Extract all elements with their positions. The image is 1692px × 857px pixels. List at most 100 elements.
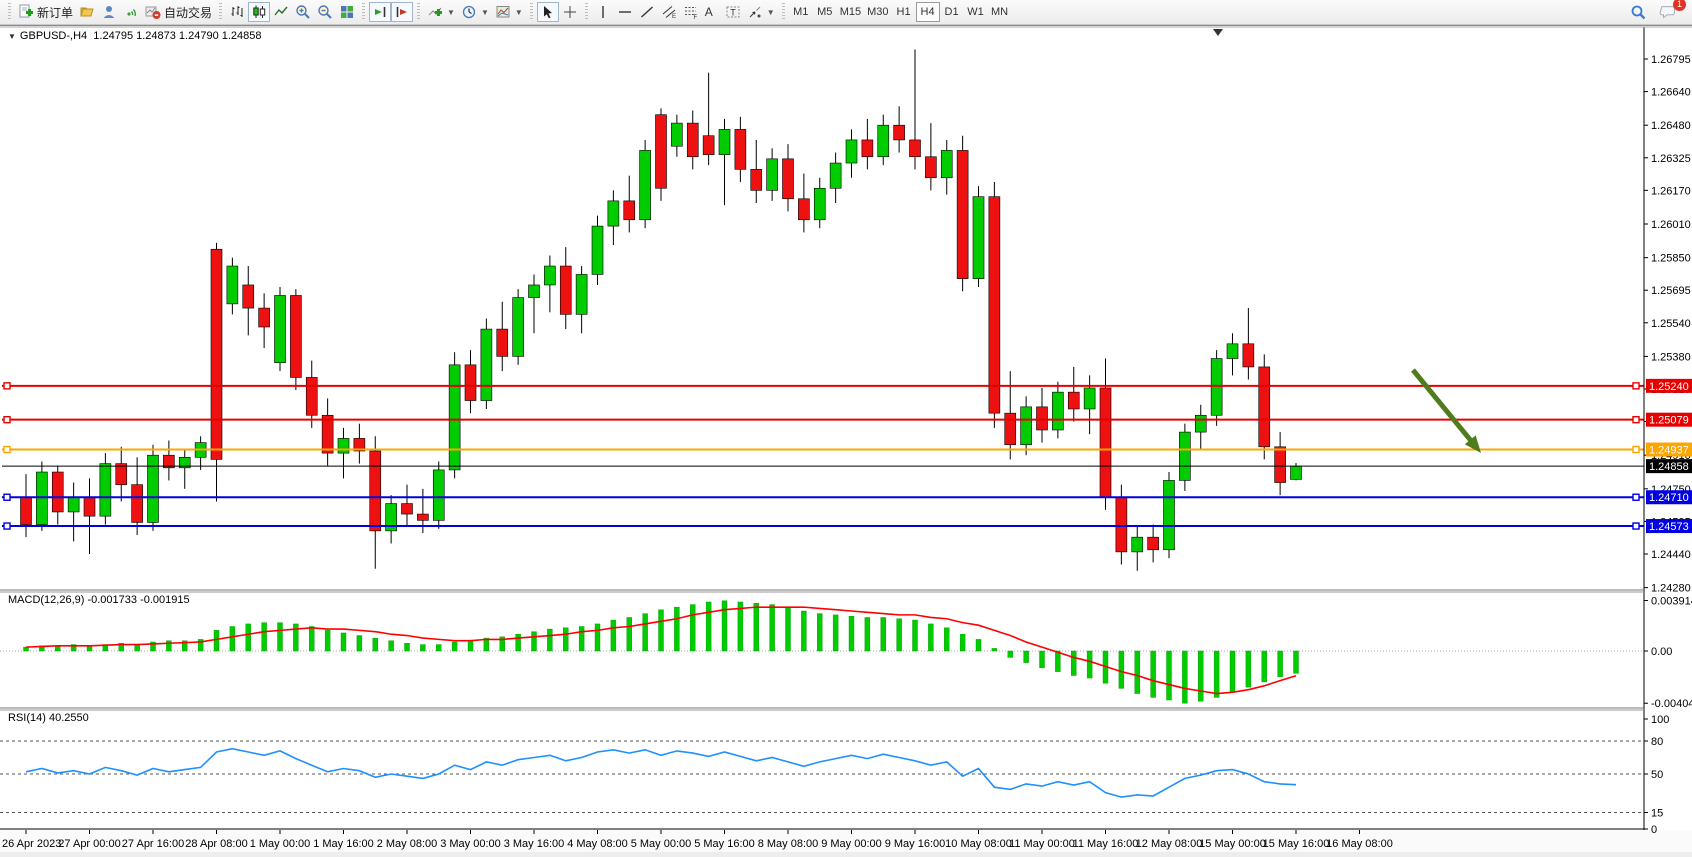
hline-price-badge-text: 1.24710 xyxy=(1649,492,1689,504)
indicators-button[interactable]: ▼ xyxy=(424,2,458,22)
timeframe-mn-button[interactable]: MN xyxy=(988,2,1012,22)
timeframe-h1-button[interactable]: H1 xyxy=(892,2,916,22)
auto-trading-icon xyxy=(145,4,161,20)
dropdown-caret-icon: ▼ xyxy=(767,8,775,17)
periods-button[interactable]: ▼ xyxy=(458,2,492,22)
timeframe-m1-button[interactable]: M1 xyxy=(789,2,813,22)
new-order-icon xyxy=(18,4,34,20)
templates-button[interactable]: ▼ xyxy=(492,2,526,22)
zoom-in-button[interactable] xyxy=(292,2,314,22)
line-chart-button[interactable] xyxy=(270,2,292,22)
bar-chart-button[interactable] xyxy=(226,2,248,22)
indicators-icon xyxy=(427,4,443,20)
hline-price-badge-text: 1.25079 xyxy=(1649,415,1689,427)
time-tick-label: 12 May 08:00 xyxy=(1136,838,1203,850)
horizontal-line-tool-button[interactable] xyxy=(614,2,636,22)
price-tick-label: 1.26010 xyxy=(1651,219,1691,231)
rsi-indicator-label: RSI(14) 40.2550 xyxy=(8,712,89,724)
price-tick-label: 1.26325 xyxy=(1651,153,1691,165)
time-tick-label: 1 May 00:00 xyxy=(250,838,311,850)
hline-right-handle xyxy=(1633,494,1639,500)
timeframe-w1-button[interactable]: W1 xyxy=(964,2,988,22)
price-tick-label: 1.26640 xyxy=(1651,87,1691,99)
hline-right-handle xyxy=(1633,417,1639,423)
timeframe-m15-button[interactable]: M15 xyxy=(837,2,864,22)
application-window: { "toolbar": { "new_order_label": "新订单",… xyxy=(0,0,1692,857)
notification-badge[interactable]: 1 xyxy=(1673,0,1686,11)
price-tick-label: 1.26795 xyxy=(1651,54,1691,66)
dropdown-caret-icon: ▼ xyxy=(447,8,455,17)
time-tick-label: 27 Apr 00:00 xyxy=(58,838,120,850)
hline-left-handle xyxy=(4,417,10,423)
rsi-axis-label: 100 xyxy=(1651,714,1669,726)
cursor-button[interactable] xyxy=(537,2,559,22)
time-tick-label: 5 May 00:00 xyxy=(631,838,692,850)
fibonacci-icon: F xyxy=(683,4,699,20)
one-click-trading-toggle[interactable]: ▼ xyxy=(8,32,16,41)
price-tick-label: 1.24280 xyxy=(1651,583,1691,595)
hline-price-badge-text: 1.24573 xyxy=(1649,521,1689,533)
time-tick-label: 11 May 16:00 xyxy=(1073,838,1139,850)
time-tick-label: 5 May 16:00 xyxy=(694,838,755,850)
hline-right-handle xyxy=(1633,523,1639,529)
svg-text:T: T xyxy=(730,8,736,18)
hline-right-handle xyxy=(1633,383,1639,389)
time-tick-label: 16 May 08:00 xyxy=(1326,838,1393,850)
text-label-tool-button[interactable]: T xyxy=(722,2,744,22)
toolbar-grip xyxy=(6,3,13,21)
timeframe-m5-button[interactable]: M5 xyxy=(813,2,837,22)
chart-canvas[interactable]: 1.26795 1.26640 1.26480 1.26325 1.26170 1.260… xyxy=(0,26,1692,857)
hline-price-badge-text: 1.25240 xyxy=(1649,381,1689,393)
hline-left-handle xyxy=(4,447,10,453)
dropdown-caret-icon: ▼ xyxy=(481,8,489,17)
tile-windows-button[interactable] xyxy=(336,2,358,22)
time-tick-label: 8 May 08:00 xyxy=(758,838,819,850)
time-tick-label: 15 May 00:00 xyxy=(1199,838,1266,850)
text-tool-button[interactable]: A xyxy=(702,2,722,22)
arrows-tool-button[interactable]: ▼ xyxy=(744,2,778,22)
person-icon xyxy=(101,4,117,20)
community-button[interactable] xyxy=(98,2,120,22)
bar-chart-icon xyxy=(229,4,245,20)
price-tick-label: 1.26480 xyxy=(1651,120,1691,132)
cursor-icon xyxy=(540,4,556,20)
new-order-button[interactable]: 新订单 xyxy=(15,2,76,22)
fibonacci-tool-button[interactable]: F xyxy=(680,2,702,22)
price-tick-label: 1.25540 xyxy=(1651,318,1691,330)
template-icon xyxy=(495,4,511,20)
time-tick-label: 26 Apr 2023 xyxy=(2,838,61,850)
price-tick-label: 1.26170 xyxy=(1651,185,1691,197)
price-tick-label: 1.24440 xyxy=(1651,549,1691,561)
crosshair-button[interactable] xyxy=(559,2,581,22)
search-button[interactable] xyxy=(1627,2,1650,22)
chart-shift-button[interactable] xyxy=(391,2,413,22)
chart-window[interactable]: ▼GBPUSD-,H4 1.24795 1.24873 1.24790 1.24… xyxy=(0,25,1692,857)
trendline-tool-button[interactable] xyxy=(636,2,658,22)
candlestick-chart-button[interactable] xyxy=(248,2,270,22)
toolbar-grip xyxy=(583,3,590,21)
rsi-axis-label: 15 xyxy=(1651,808,1663,820)
signals-button[interactable] xyxy=(120,2,142,22)
auto-scroll-button[interactable] xyxy=(369,2,391,22)
profiles-button[interactable] xyxy=(76,2,98,22)
timeframe-h4-button[interactable]: H4 xyxy=(916,2,940,22)
line-chart-icon xyxy=(273,4,289,20)
zoom-out-button[interactable] xyxy=(314,2,336,22)
price-tick-label: 1.25695 xyxy=(1651,285,1691,297)
chart-ohlc-title: ▼GBPUSD-,H4 1.24795 1.24873 1.24790 1.24… xyxy=(8,30,262,42)
toolbar: 新订单 自动交易 ▼ ▼ xyxy=(0,0,1692,25)
macd-axis-label: 0.003914 xyxy=(1651,596,1692,608)
equidistant-channel-tool-button[interactable]: E xyxy=(658,2,680,22)
timeframe-d1-button[interactable]: D1 xyxy=(940,2,964,22)
time-tick-label: 4 May 08:00 xyxy=(567,838,628,850)
hline-right-handle xyxy=(1633,447,1639,453)
auto-trading-button[interactable]: 自动交易 xyxy=(142,2,215,22)
toolbar-grip xyxy=(217,3,224,21)
clock-icon xyxy=(461,4,477,20)
time-tick-label: 3 May 16:00 xyxy=(504,838,565,850)
vertical-line-tool-button[interactable] xyxy=(592,2,614,22)
svg-text:F: F xyxy=(693,15,697,20)
timeframe-m30-button[interactable]: M30 xyxy=(864,2,891,22)
price-tick-label: 1.25380 xyxy=(1651,351,1691,363)
new-order-label: 新订单 xyxy=(37,4,73,21)
